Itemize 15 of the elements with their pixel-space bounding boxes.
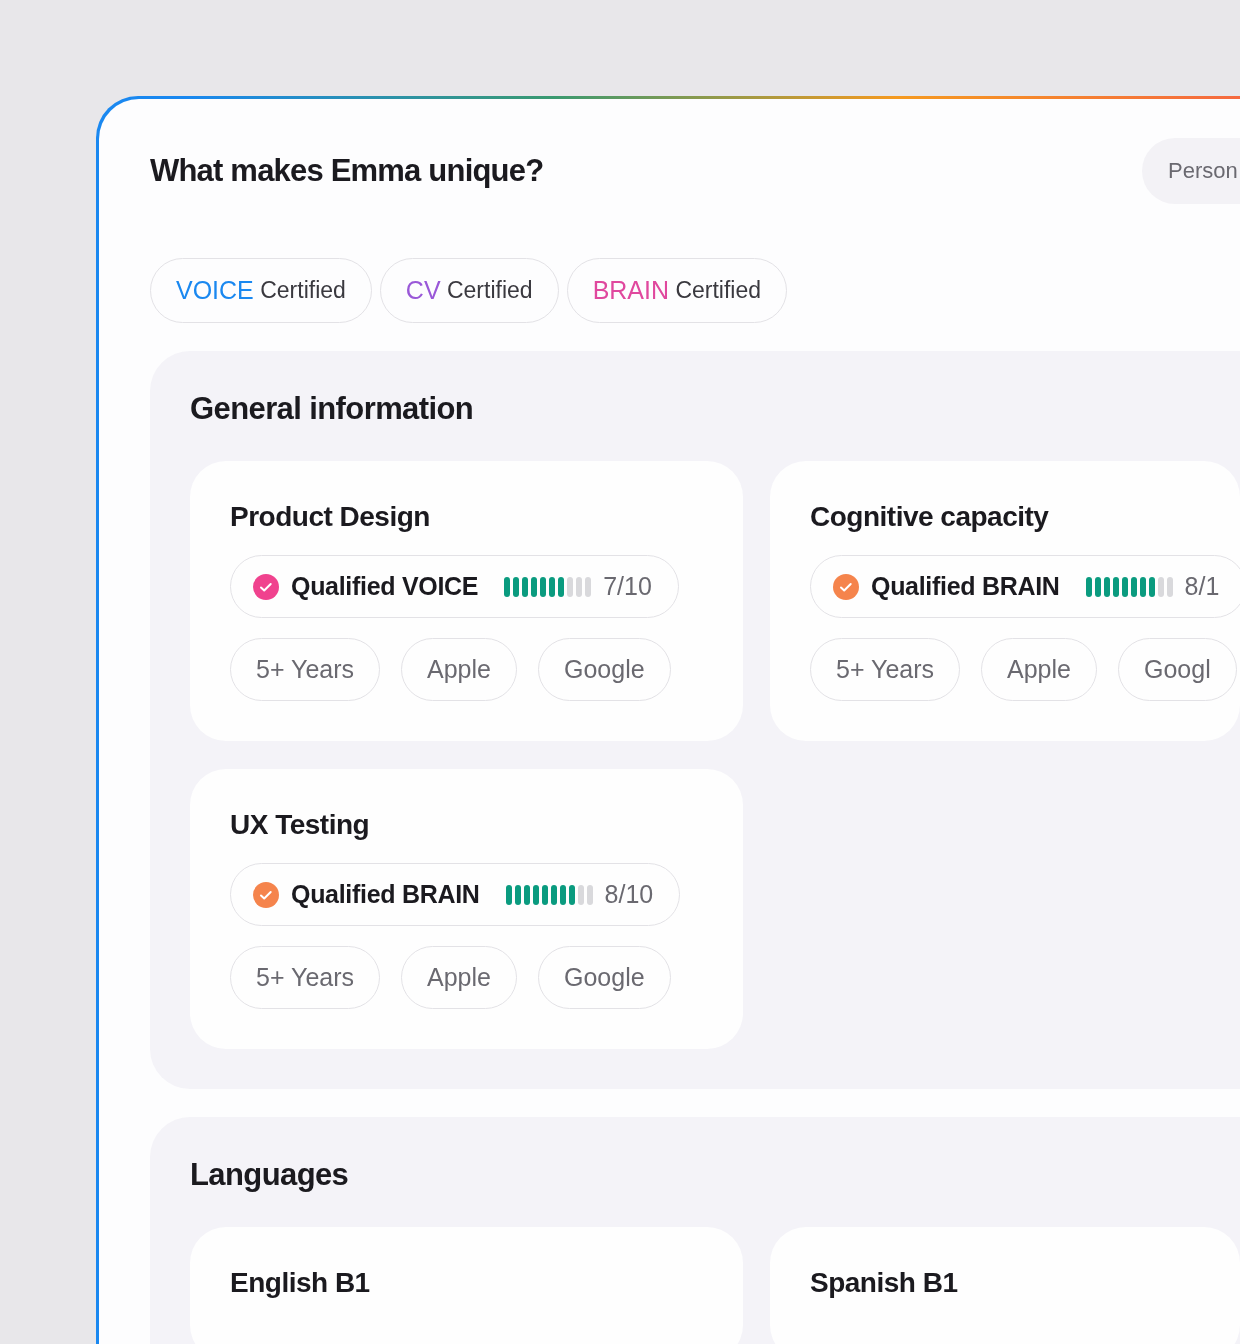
qualification-label: Qualified VOICE <box>291 572 479 601</box>
card-title: UX Testing <box>230 809 371 841</box>
section-title: General information <box>190 391 475 427</box>
section-title: Languages <box>190 1157 350 1193</box>
card-title: English B1 <box>230 1267 371 1299</box>
score-text: 7/10 <box>603 572 652 601</box>
person-button[interactable]: Person <box>1142 138 1240 204</box>
qualification-label: Qualified BRAIN <box>871 572 1060 601</box>
qualification-label: Qualified BRAIN <box>291 880 480 909</box>
page-title: What makes Emma unique? <box>150 153 544 189</box>
card-title: Product Design <box>230 501 431 533</box>
card-title: Spanish B1 <box>810 1267 959 1299</box>
score-text: 8/1 <box>1184 572 1220 601</box>
card-title: Cognitive capacity <box>810 501 1050 533</box>
score-text: 8/10 <box>604 880 654 909</box>
